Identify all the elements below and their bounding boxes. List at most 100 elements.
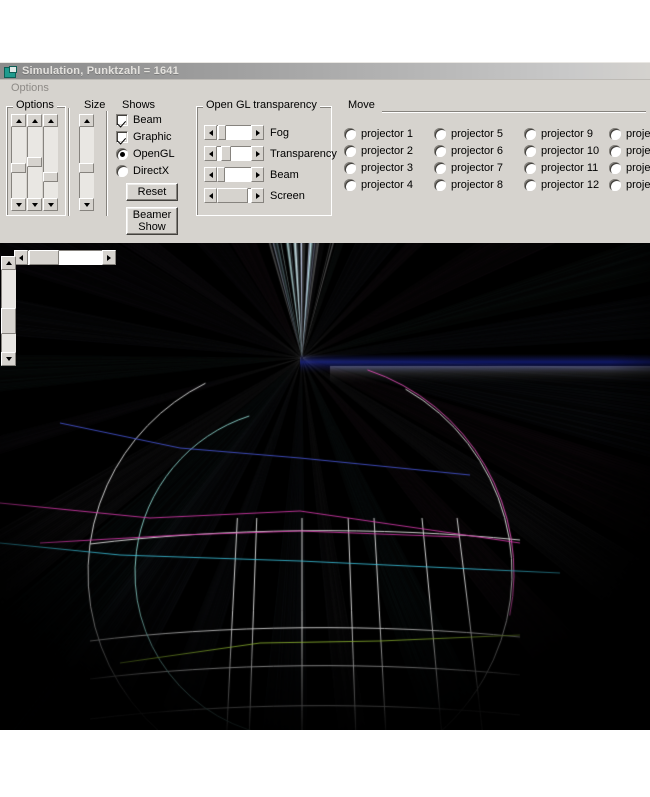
radio-opengl-circle[interactable] xyxy=(116,148,128,160)
viewport-vscrollbar[interactable] xyxy=(1,256,16,366)
radio-projector-9-circle[interactable] xyxy=(524,128,536,140)
radio-opengl[interactable]: OpenGL xyxy=(116,148,175,160)
radio-projector-5-label: projector 5 xyxy=(451,128,503,140)
radio-projector-6[interactable]: projector 6 xyxy=(434,145,503,157)
slider-transparency[interactable] xyxy=(204,146,264,161)
options-slider-1[interactable] xyxy=(11,114,26,211)
radio-projector-2[interactable]: projector 2 xyxy=(344,145,413,157)
size-slider-thumb[interactable] xyxy=(79,163,94,173)
slider-transparency-left-button[interactable] xyxy=(204,146,217,161)
reset-button[interactable]: Reset xyxy=(126,183,178,201)
viewport-hscroll-right-button[interactable] xyxy=(102,250,116,265)
radio-projector-4[interactable]: projector 4 xyxy=(344,179,413,191)
options-slider-2[interactable] xyxy=(27,114,42,211)
slider-fog[interactable] xyxy=(204,125,264,140)
slider-fog-thumb[interactable] xyxy=(218,125,226,140)
radio-projector-14-circle[interactable] xyxy=(609,145,621,157)
radio-projector-8[interactable]: projector 8 xyxy=(434,179,503,191)
radio-projector-9[interactable]: projector 9 xyxy=(524,128,593,140)
radio-projector-16[interactable]: projector 16 xyxy=(609,179,650,191)
options-slider-3-down-button[interactable] xyxy=(43,198,58,211)
radio-projector-1[interactable]: projector 1 xyxy=(344,128,413,140)
slider-beam-right-button[interactable] xyxy=(251,167,264,182)
viewport-vscroll-up-button[interactable] xyxy=(1,256,16,270)
viewport-hscrollbar[interactable] xyxy=(14,250,116,265)
options-slider-3-thumb[interactable] xyxy=(43,172,58,182)
group-move-title: Move xyxy=(345,100,378,111)
radio-projector-13-label: projector 13 xyxy=(626,128,650,140)
options-slider-1-down-button[interactable] xyxy=(11,198,26,211)
slider-screen[interactable] xyxy=(204,188,264,203)
radio-directx-label: DirectX xyxy=(133,165,170,177)
options-slider-3-up-button[interactable] xyxy=(43,114,58,127)
viewport-hscroll-thumb[interactable] xyxy=(29,250,59,265)
radio-projector-9-label: projector 9 xyxy=(541,128,593,140)
radio-projector-10-circle[interactable] xyxy=(524,145,536,157)
title-bar[interactable]: Simulation, Punktzahl = 1641 xyxy=(0,63,650,80)
slider-beam[interactable] xyxy=(204,167,264,182)
radio-directx[interactable]: DirectX xyxy=(116,165,169,177)
radio-projector-15[interactable]: projector 15 xyxy=(609,162,650,174)
radio-projector-7-circle[interactable] xyxy=(434,162,446,174)
checkbox-beam[interactable]: Beam xyxy=(116,114,162,126)
slider-screen-right-button[interactable] xyxy=(251,188,264,203)
checkbox-graphic[interactable]: Graphic xyxy=(116,131,172,143)
slider-screen-left-button[interactable] xyxy=(204,188,217,203)
size-slider-down-button[interactable] xyxy=(79,198,94,211)
viewport-vscroll-down-button[interactable] xyxy=(1,352,16,366)
radio-projector-2-circle[interactable] xyxy=(344,145,356,157)
options-slider-2-up-button[interactable] xyxy=(27,114,42,127)
menu-options[interactable]: Options xyxy=(7,80,53,96)
options-slider-2-down-button[interactable] xyxy=(27,198,42,211)
radio-directx-circle[interactable] xyxy=(116,165,128,177)
radio-projector-3[interactable]: projector 3 xyxy=(344,162,413,174)
checkbox-beam-box[interactable] xyxy=(116,114,128,126)
radio-projector-10[interactable]: projector 10 xyxy=(524,145,599,157)
radio-projector-13[interactable]: projector 13 xyxy=(609,128,650,140)
slider-screen-thumb[interactable] xyxy=(217,188,248,203)
group-options-title: Options xyxy=(13,100,57,111)
radio-projector-2-label: projector 2 xyxy=(361,145,413,157)
slider-beam-thumb[interactable] xyxy=(217,167,225,182)
radio-projector-11[interactable]: projector 11 xyxy=(524,162,598,174)
radio-projector-15-circle[interactable] xyxy=(609,162,621,174)
viewport-hscroll-left-button[interactable] xyxy=(14,250,28,265)
slider-fog-right-button[interactable] xyxy=(251,125,264,140)
slider-beam-left-button[interactable] xyxy=(204,167,217,182)
beamer-show-button[interactable]: Beamer Show xyxy=(126,207,178,235)
3d-render-viewport[interactable] xyxy=(0,243,650,730)
radio-projector-7[interactable]: projector 7 xyxy=(434,162,503,174)
radio-projector-7-label: projector 7 xyxy=(451,162,503,174)
radio-projector-5-circle[interactable] xyxy=(434,128,446,140)
slider-fog-label: Fog xyxy=(270,127,289,139)
radio-projector-11-circle[interactable] xyxy=(524,162,536,174)
slider-transparency-thumb[interactable] xyxy=(221,146,231,161)
options-slider-2-thumb[interactable] xyxy=(27,157,42,167)
radio-projector-3-label: projector 3 xyxy=(361,162,413,174)
options-slider-1-thumb[interactable] xyxy=(11,163,26,173)
radio-projector-3-circle[interactable] xyxy=(344,162,356,174)
window-title: Simulation, Punktzahl = 1641 xyxy=(22,65,179,77)
radio-projector-14[interactable]: projector 14 xyxy=(609,145,650,157)
radio-projector-16-circle[interactable] xyxy=(609,179,621,191)
radio-projector-8-circle[interactable] xyxy=(434,179,446,191)
radio-projector-5[interactable]: projector 5 xyxy=(434,128,503,140)
radio-projector-12-circle[interactable] xyxy=(524,179,536,191)
radio-projector-4-circle[interactable] xyxy=(344,179,356,191)
radio-projector-6-circle[interactable] xyxy=(434,145,446,157)
viewport-vscroll-thumb[interactable] xyxy=(1,308,16,334)
radio-projector-13-circle[interactable] xyxy=(609,128,621,140)
checkbox-graphic-box[interactable] xyxy=(116,131,128,143)
checkbox-graphic-label: Graphic xyxy=(133,131,172,143)
group-shows: Shows Beam Graphic OpenGL DirectX Reset … xyxy=(111,100,191,235)
slider-fog-left-button[interactable] xyxy=(204,125,217,140)
radio-projector-1-circle[interactable] xyxy=(344,128,356,140)
size-slider-up-button[interactable] xyxy=(79,114,94,127)
options-slider-1-up-button[interactable] xyxy=(11,114,26,127)
beamer-show-button-label-line2: Show xyxy=(138,221,166,233)
options-slider-3[interactable] xyxy=(43,114,58,211)
render-canvas[interactable] xyxy=(0,243,650,730)
size-slider[interactable] xyxy=(79,114,94,211)
radio-projector-12[interactable]: projector 12 xyxy=(524,179,599,191)
slider-transparency-right-button[interactable] xyxy=(251,146,264,161)
